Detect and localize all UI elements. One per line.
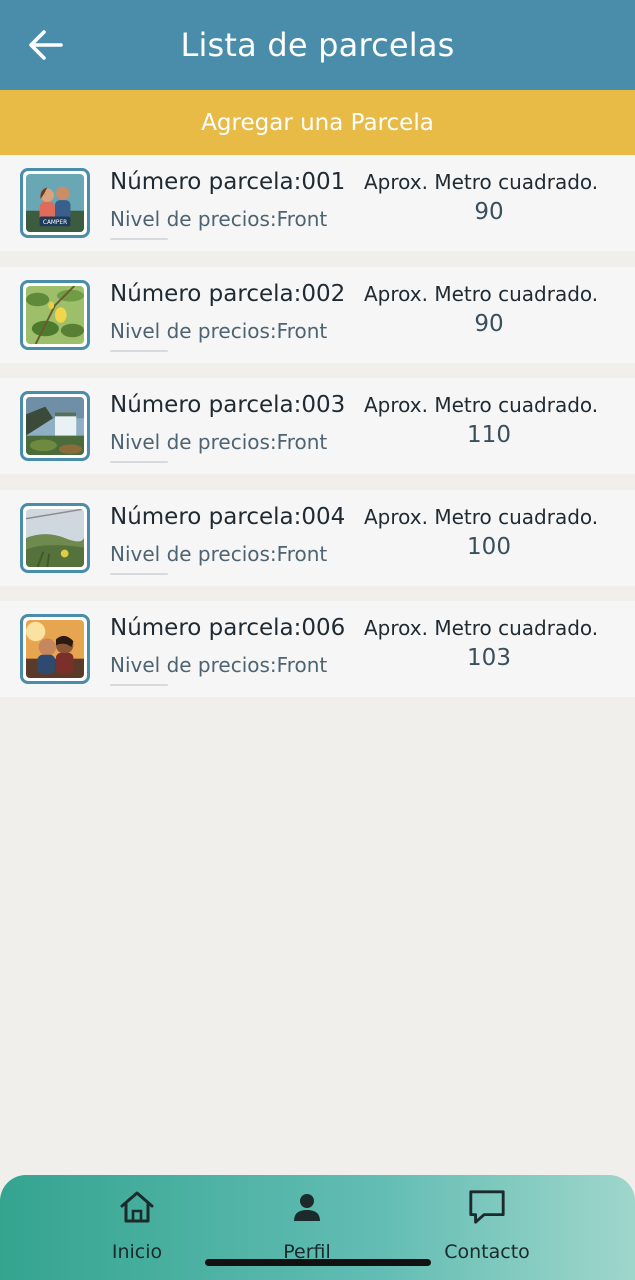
area-value: 90	[474, 199, 504, 225]
home-icon	[117, 1187, 157, 1227]
svg-text:CAMPER: CAMPER	[43, 220, 67, 226]
arrow-left-icon	[29, 30, 63, 60]
app-screen: Lista de parcelas Agregar una Parcela CA…	[0, 0, 635, 1280]
parcel-thumbnail	[20, 502, 90, 573]
parcel-list: CAMPER Número parcela:001 Nivel de preci…	[0, 155, 635, 713]
nav-item-contacto[interactable]: Contacto	[417, 1187, 557, 1267]
nav-item-inicio[interactable]: Inicio	[67, 1187, 207, 1267]
page-title: Lista de parcelas	[180, 26, 455, 64]
area-label: Aprox. Metro cuadrado.	[364, 170, 599, 194]
hillside-image	[26, 508, 84, 567]
row-underline	[110, 684, 168, 686]
area-value: 110	[467, 422, 511, 448]
list-item[interactable]: CAMPER Número parcela:001 Nivel de preci…	[0, 155, 635, 251]
row-underline	[110, 349, 168, 352]
add-parcel-button[interactable]: Agregar una Parcela	[0, 90, 635, 155]
row-underline	[110, 572, 168, 575]
nav-label-inicio: Inicio	[111, 1241, 163, 1263]
price-level: Nivel de precios:Front	[110, 207, 328, 231]
lemon-tree-image	[26, 285, 84, 344]
parcel-number: Número parcela:003	[110, 392, 346, 418]
parcel-number: Número parcela:006	[110, 615, 346, 641]
list-item[interactable]: Número parcela:003 Nivel de precios:Fron…	[0, 378, 635, 474]
list-item[interactable]: Número parcela:002 Nivel de precios:Fron…	[0, 266, 635, 363]
parcel-thumbnail	[20, 279, 90, 350]
parcel-number: Número parcela:001	[110, 169, 346, 195]
list-item[interactable]: Número parcela:006 Nivel de precios:Fron…	[0, 601, 635, 697]
nav-label-contacto: Contacto	[444, 1241, 530, 1263]
area-label: Aprox. Metro cuadrado.	[364, 393, 599, 417]
price-level: Nivel de precios:Front	[110, 430, 328, 454]
area-value: 100	[467, 533, 511, 560]
top-app-bar: Lista de parcelas	[0, 0, 635, 90]
camper-couple-image: CAMPER	[26, 174, 84, 232]
parcel-thumbnail	[20, 614, 90, 684]
parcel-number: Número parcela:002	[110, 280, 346, 307]
area-label: Aprox. Metro cuadrado.	[364, 616, 599, 640]
waterfall-image	[26, 397, 84, 455]
area-label: Aprox. Metro cuadrado.	[364, 281, 599, 306]
area-value: 90	[474, 310, 504, 337]
parcel-thumbnail: CAMPER	[20, 168, 90, 238]
list-item[interactable]: Número parcela:004 Nivel de precios:Fron…	[0, 489, 635, 586]
area-value: 103	[467, 645, 511, 671]
home-indicator[interactable]	[205, 1259, 431, 1266]
price-level: Nivel de precios:Front	[110, 318, 328, 343]
row-underline	[110, 461, 168, 463]
price-level: Nivel de precios:Front	[110, 541, 328, 566]
chat-bubble-icon	[467, 1187, 507, 1227]
selfie-couple-image	[26, 620, 84, 678]
person-icon	[287, 1187, 327, 1227]
row-underline	[110, 238, 168, 240]
area-label: Aprox. Metro cuadrado.	[364, 504, 599, 529]
parcel-thumbnail	[20, 391, 90, 461]
parcel-number: Número parcela:004	[110, 503, 346, 530]
back-button[interactable]	[26, 28, 64, 62]
nav-item-perfil[interactable]: Perfil	[237, 1187, 377, 1267]
price-level: Nivel de precios:Front	[110, 653, 328, 677]
